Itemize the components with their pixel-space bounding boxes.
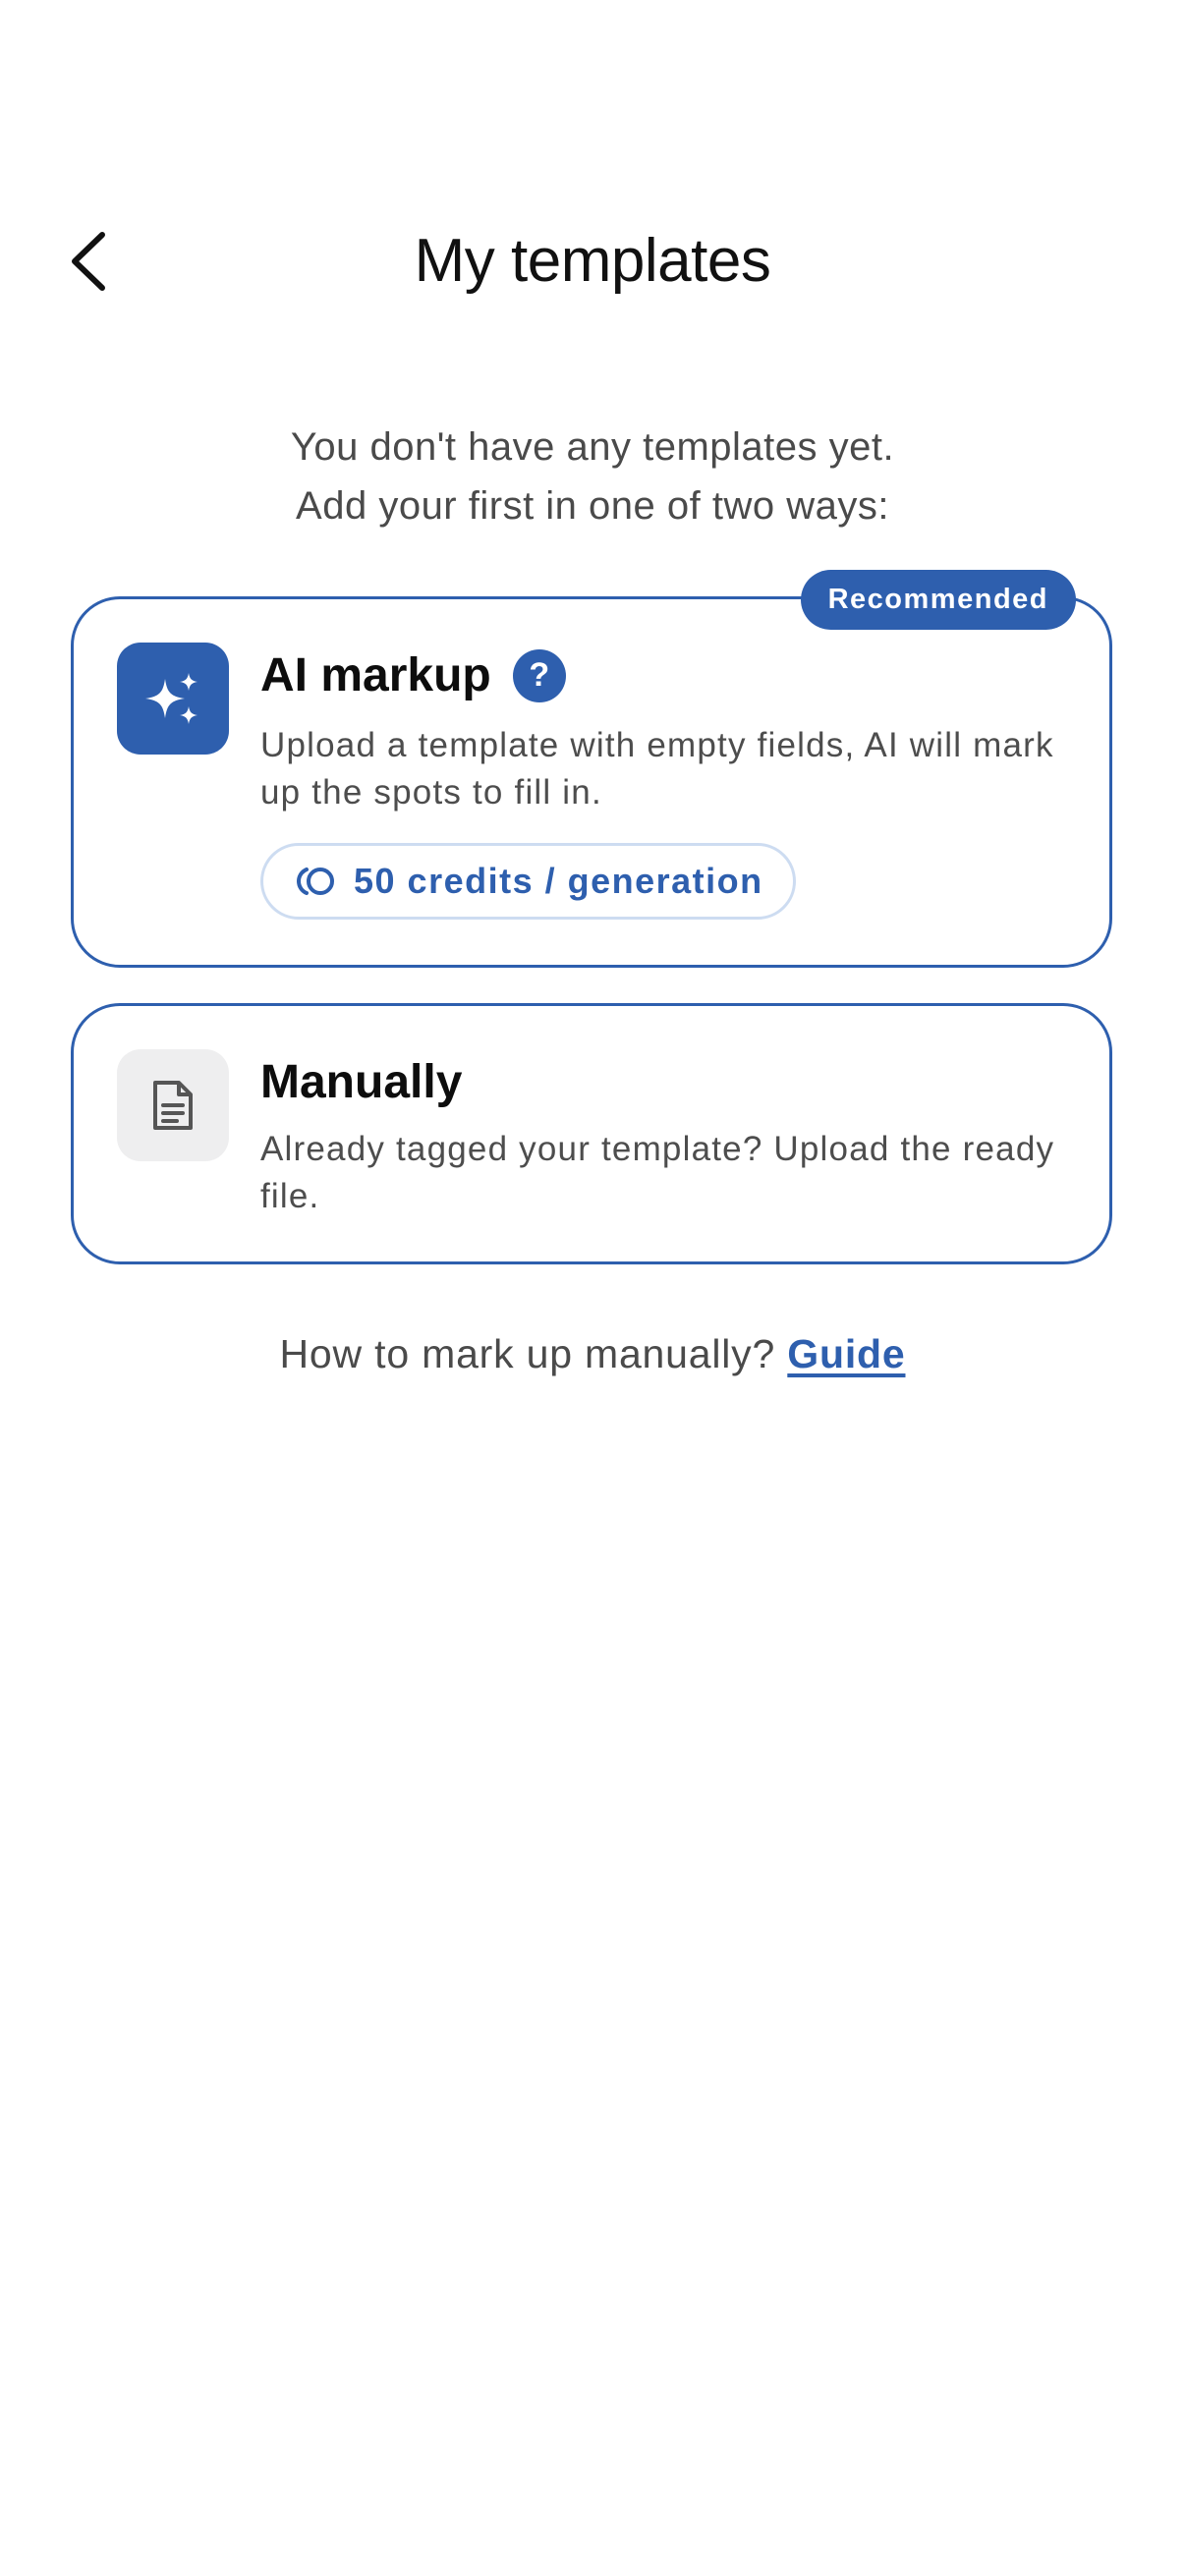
- header: My templates: [0, 196, 1185, 334]
- guide-hint: How to mark up manually? Guide: [0, 1331, 1185, 1377]
- document-icon: [117, 1049, 229, 1161]
- help-icon[interactable]: ?: [512, 648, 566, 702]
- guide-prompt: How to mark up manually?: [279, 1331, 776, 1376]
- sparkles-icon: [117, 643, 229, 755]
- my-templates-screen: My templates You don't have any template…: [0, 0, 1185, 2576]
- ai-markup-title-row: AI markup ?: [260, 648, 566, 702]
- empty-state-message: You don't have any templates yet. Add yo…: [0, 418, 1185, 535]
- manual-title: Manually: [260, 1056, 463, 1108]
- empty-state-line-2: Add your first in one of two ways:: [296, 484, 889, 528]
- ai-markup-option-card[interactable]: Recommended AI markup ? Upload a templat…: [71, 570, 1112, 968]
- coins-icon: [297, 868, 334, 895]
- recommended-badge: Recommended: [800, 570, 1076, 630]
- page-title: My templates: [414, 227, 771, 295]
- credits-cost-pill: 50 credits / generation: [260, 843, 796, 920]
- ai-markup-description: Upload a template with empty fields, AI …: [260, 726, 1054, 812]
- guide-link[interactable]: Guide: [787, 1331, 905, 1376]
- empty-state-line-1: You don't have any templates yet.: [290, 425, 895, 469]
- ai-markup-title: AI markup: [260, 649, 491, 701]
- manual-option-card[interactable]: Manually Already tagged your template? U…: [71, 1003, 1112, 1264]
- credits-label: 50 credits / generation: [354, 861, 763, 901]
- manual-description: Already tagged your template? Upload the…: [260, 1130, 1055, 1215]
